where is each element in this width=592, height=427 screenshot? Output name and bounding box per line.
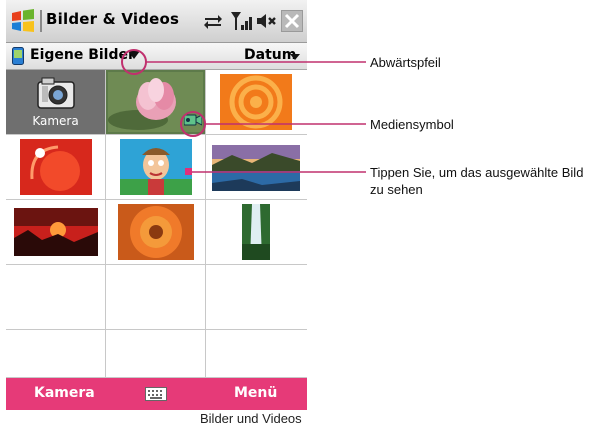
camera-icon — [37, 77, 75, 109]
orange-flower-image — [118, 204, 194, 260]
thumbnail-lake-landscape[interactable] — [206, 135, 307, 200]
app-title: Bilder & Videos — [46, 10, 180, 28]
thumbnail-orange-circles[interactable] — [206, 70, 307, 135]
thumbnail-red-swirl[interactable] — [6, 135, 106, 200]
softkey-bar: Kamera Menü — [6, 378, 307, 410]
phone-screen: Bilder & Videos Eigene Bilder Datum Kame… — [6, 0, 307, 410]
thumbnail-grid: Kamera — [6, 70, 307, 378]
callout-media-label: Mediensymbol — [370, 117, 454, 132]
windows-start-icon[interactable] — [10, 8, 36, 34]
lake-landscape-image — [212, 145, 300, 191]
red-sunset-image — [14, 208, 98, 256]
thumbnail-waterfall[interactable] — [206, 200, 307, 265]
empty-cell — [206, 265, 307, 330]
signal-icon[interactable] — [229, 9, 253, 33]
folder-dropdown[interactable]: Eigene Bilder — [30, 47, 135, 63]
thumbnail-red-sunset[interactable] — [6, 200, 106, 265]
volume-muted-icon[interactable] — [255, 9, 279, 33]
sort-dropdown[interactable]: Datum — [244, 47, 296, 63]
callout-tap-label-line2: zu sehen — [370, 182, 423, 197]
video-camera-icon — [184, 114, 202, 126]
title-separator — [40, 10, 42, 32]
thumbnail-orange-flower[interactable] — [106, 200, 206, 265]
sync-icon[interactable] — [201, 9, 225, 33]
callout-arrow-label: Abwärtspfeil — [370, 55, 441, 70]
folder-toolbar: Eigene Bilder Datum — [6, 43, 307, 70]
cartoon-man-image — [120, 139, 192, 195]
thumbnail-cartoon-man[interactable] — [106, 135, 206, 200]
softkey-menu-button[interactable]: Menü — [234, 385, 277, 401]
camera-tile[interactable]: Kamera — [6, 70, 106, 135]
empty-cell — [106, 330, 206, 378]
empty-cell — [6, 330, 106, 378]
phone-folder-icon — [12, 47, 24, 65]
keyboard-icon[interactable] — [145, 387, 167, 401]
callout-tap-label-line1: Tippen Sie, um das ausgewählte Bild — [370, 165, 584, 180]
orange-circles-image — [220, 74, 292, 130]
sort-chevron-down-icon[interactable] — [290, 54, 300, 60]
chevron-down-icon[interactable] — [128, 51, 140, 59]
softkey-left-button[interactable]: Kamera — [34, 385, 95, 401]
red-swirl-image — [20, 139, 92, 195]
empty-cell — [6, 265, 106, 330]
waterfall-image — [242, 204, 270, 260]
thumbnail-lotus-video[interactable] — [106, 70, 206, 135]
camera-tile-label: Kamera — [32, 114, 79, 128]
figure-caption: Bilder und Videos — [200, 411, 302, 426]
empty-cell — [206, 330, 307, 378]
empty-cell — [106, 265, 206, 330]
title-bar: Bilder & Videos — [6, 0, 307, 43]
close-icon[interactable] — [281, 10, 303, 32]
